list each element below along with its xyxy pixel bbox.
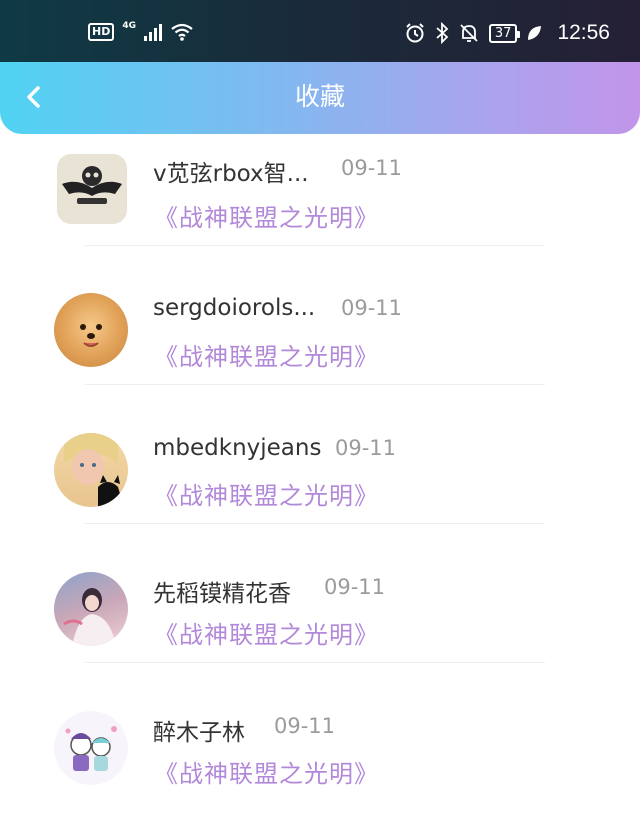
- cartoon-couple-avatar[interactable]: [54, 711, 128, 785]
- date-label: 09-11: [274, 714, 336, 738]
- book-title-link[interactable]: 《战神联盟之光明》: [154, 615, 379, 650]
- date-label: 09-11: [324, 575, 386, 599]
- divider: [85, 245, 545, 246]
- network-type: 4G: [122, 21, 136, 31]
- user-name[interactable]: sergdoiorols...: [153, 295, 315, 321]
- date-label: 09-11: [341, 156, 403, 180]
- bluetooth-icon: [436, 22, 449, 44]
- girl-with-cat-avatar[interactable]: [54, 433, 128, 507]
- favorites-list: v苋弦rbox智... 09-11 《战神联盟之光明》 sergdoiorols…: [0, 134, 640, 829]
- mute-bell-icon: [460, 24, 478, 42]
- status-right: 37 12:56: [404, 21, 610, 45]
- user-name[interactable]: mbedknyjeans: [153, 435, 321, 461]
- alarm-icon: [406, 23, 424, 43]
- divider: [85, 523, 545, 524]
- book-title-link[interactable]: 《战神联盟之光明》: [154, 198, 379, 233]
- back-button[interactable]: [20, 82, 48, 112]
- book-title-link[interactable]: 《战神联盟之光明》: [154, 754, 379, 789]
- book-title-link[interactable]: 《战神联盟之光明》: [154, 476, 379, 511]
- signal-icon: [144, 23, 162, 41]
- list-item[interactable]: v苋弦rbox智... 09-11 《战神联盟之光明》: [0, 134, 640, 273]
- page-title: 收藏: [294, 82, 345, 111]
- divider: [85, 662, 545, 663]
- wifi-icon: [171, 23, 193, 41]
- painted-figure-avatar[interactable]: [54, 572, 128, 646]
- date-label: 09-11: [335, 436, 397, 460]
- clock: 12:56: [557, 21, 610, 44]
- skull-avatar[interactable]: [57, 154, 127, 224]
- leaf-icon: [528, 26, 542, 40]
- list-item[interactable]: 先稻镆精花香 09-11 《战神联盟之光明》: [0, 551, 640, 690]
- hd-indicator: HD: [88, 23, 115, 41]
- battery-icon: 37: [488, 23, 520, 43]
- list-item[interactable]: mbedknyjeans 09-11 《战神联盟之光明》: [0, 412, 640, 551]
- status-bar: HD 4G 37 12:56: [0, 0, 640, 62]
- user-name[interactable]: 醉木子林: [153, 713, 245, 747]
- book-title-link[interactable]: 《战神联盟之光明》: [154, 337, 379, 372]
- list-item[interactable]: sergdoiorols... 09-11 《战神联盟之光明》: [0, 273, 640, 412]
- user-name[interactable]: v苋弦rbox智...: [153, 154, 309, 188]
- user-name[interactable]: 先稻镆精花香: [153, 574, 291, 608]
- app-header: 收藏: [0, 62, 640, 134]
- pomeranian-avatar[interactable]: [54, 293, 128, 367]
- list-item[interactable]: 醉木子林 09-11 《战神联盟之光明》: [0, 690, 640, 829]
- status-left: HD 4G: [88, 21, 194, 42]
- divider: [85, 384, 545, 385]
- date-label: 09-11: [341, 296, 403, 320]
